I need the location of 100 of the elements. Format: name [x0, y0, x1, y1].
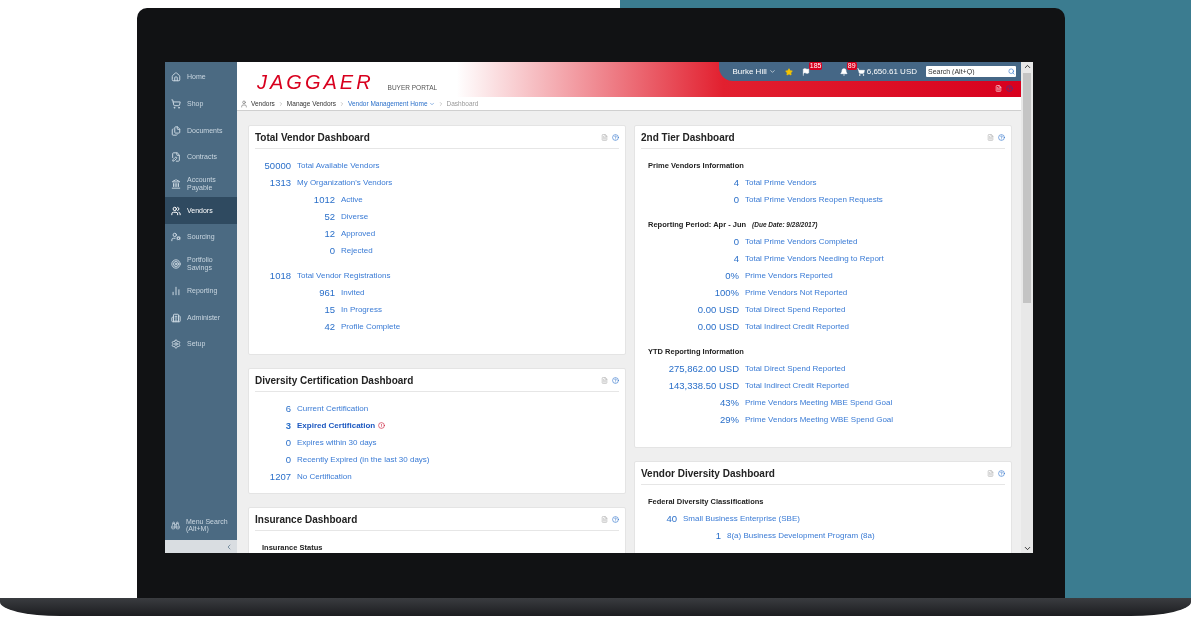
files-icon — [171, 125, 181, 136]
stat-link[interactable]: Total Prime Vendors Reopen Requests — [745, 195, 883, 204]
stat-link[interactable]: No Certification — [297, 472, 352, 481]
scroll-down-icon — [1022, 544, 1032, 553]
stat-link[interactable]: Total Direct Spend Reported — [745, 305, 846, 314]
count-value: 6 — [284, 403, 291, 414]
help-icon[interactable] — [1006, 85, 1013, 92]
help-icon[interactable] — [612, 376, 619, 384]
chevron-icon — [437, 100, 444, 107]
count-value: 1207 — [268, 471, 291, 482]
panel-title: Diversity Certification Dashboard — [255, 374, 414, 386]
chevron-icon — [339, 100, 345, 107]
search-icon — [1008, 68, 1015, 75]
stat-link[interactable]: Expired Certification — [297, 421, 376, 430]
count-value: 40 — [665, 513, 677, 524]
stat-link[interactable]: Total Prime Vendors Completed — [745, 237, 858, 246]
count-value: 42 — [323, 321, 335, 332]
user-menu[interactable]: Burke Hill — [732, 67, 776, 76]
user-icon — [240, 99, 248, 108]
count-value: 50000 — [263, 160, 291, 171]
cart-icon — [856, 67, 865, 76]
user-gear-icon — [171, 232, 181, 243]
binoculars-icon — [171, 520, 180, 530]
count-value: 1018 — [268, 270, 291, 281]
help-icon[interactable] — [612, 515, 619, 523]
count-value: 12 — [323, 228, 335, 239]
count-value: 0.00 USD — [696, 321, 739, 332]
logo: JAGGAER — [257, 71, 374, 93]
count-value: 0.00 USD — [696, 304, 739, 315]
stat-link[interactable]: My Organization's Vendors — [297, 178, 393, 187]
document-icon[interactable] — [987, 469, 994, 477]
stat-link[interactable]: Total Vendor Registrations — [297, 271, 391, 280]
count-value: 275,862.00 USD — [667, 363, 739, 374]
scroll-up-icon — [1022, 62, 1032, 71]
stat-link[interactable]: Invited — [341, 288, 365, 297]
panel-title: Total Vendor Dashboard — [255, 131, 370, 143]
stat-link[interactable]: Profile Complete — [341, 322, 401, 331]
count-value: 0 — [732, 236, 739, 247]
count-value: 961 — [318, 287, 335, 298]
stat-link[interactable]: Recently Expired (in the last 30 days) — [297, 455, 430, 464]
target-icon — [171, 259, 181, 270]
count-value: 4 — [732, 253, 739, 264]
count-value: 143,338.50 USD — [667, 380, 739, 391]
panel-title: Insurance Dashboard — [255, 513, 358, 525]
stat-link[interactable]: Prime Vendors Meeting WBE Spend Goal — [745, 415, 894, 424]
count-value: 0 — [284, 437, 291, 448]
count-value: 29% — [719, 414, 739, 425]
caret-icon — [428, 100, 435, 107]
document-icon[interactable] — [601, 133, 608, 141]
stat-link[interactable]: Current Certification — [297, 404, 369, 413]
count-value: 43% — [719, 397, 739, 408]
document-pen-icon — [171, 152, 181, 163]
count-value: 0 — [284, 454, 291, 465]
stat-link[interactable]: Prime Vendors Reported — [745, 271, 833, 280]
bar-chart-icon — [171, 285, 181, 296]
help-icon[interactable] — [998, 133, 1005, 141]
count-value: 15 — [323, 304, 335, 315]
count-value: 52 — [323, 211, 335, 222]
count-value: 0 — [732, 194, 739, 205]
count-value: 1 — [714, 530, 721, 541]
count-value: 3 — [284, 420, 291, 431]
bank-icon — [171, 179, 181, 190]
flag-icon[interactable] — [801, 67, 810, 76]
document-icon[interactable] — [601, 376, 608, 384]
people-icon — [171, 205, 181, 216]
stat-link[interactable]: Expires within 30 days — [297, 438, 377, 447]
home-icon — [171, 72, 181, 83]
count-value: 100% — [713, 287, 739, 298]
stat-link[interactable]: Prime Vendors Not Reported — [745, 288, 848, 297]
stat-link[interactable]: Total Indirect Credit Reported — [745, 322, 850, 331]
count-value: 4 — [732, 177, 739, 188]
stat-link[interactable]: Total Available Vendors — [297, 161, 380, 170]
cart-total[interactable]: 6,650.61 USD — [856, 67, 917, 76]
stat-link[interactable]: 8(a) Business Development Program (8a) — [727, 531, 875, 540]
document-icon[interactable] — [987, 133, 994, 141]
document-icon[interactable] — [601, 515, 608, 523]
bell-icon[interactable] — [839, 67, 848, 76]
stat-link[interactable]: Diverse — [341, 212, 369, 221]
collapse-icon — [225, 542, 233, 551]
scrollbar[interactable] — [1021, 62, 1033, 553]
building-icon — [171, 312, 181, 323]
chevron-icon — [277, 100, 284, 107]
stat-link[interactable]: Total Prime Vendors — [745, 178, 817, 187]
help-icon[interactable] — [612, 133, 619, 141]
caret-icon — [768, 68, 776, 75]
star-icon[interactable] — [784, 67, 793, 76]
stat-link[interactable]: Total Prime Vendors Needing to Report — [745, 254, 884, 263]
stat-link[interactable]: Approved — [341, 229, 376, 238]
stat-link[interactable]: Rejected — [341, 246, 373, 255]
stat-link[interactable]: Active — [341, 195, 363, 204]
stat-link[interactable]: Total Indirect Credit Reported — [745, 381, 850, 390]
panel-title: 2nd Tier Dashboard — [641, 131, 735, 143]
stat-link[interactable]: Prime Vendors Meeting MBE Spend Goal — [745, 398, 893, 407]
stat-link[interactable]: Total Direct Spend Reported — [745, 364, 846, 373]
help-icon[interactable] — [998, 469, 1005, 477]
settings-icon — [171, 339, 181, 350]
stat-link[interactable]: In Progress — [341, 305, 382, 314]
panel-title: Vendor Diversity Dashboard — [641, 467, 775, 479]
stat-link[interactable]: Small Business Enterprise (SBE) — [683, 514, 800, 523]
count-value: 0% — [724, 270, 739, 281]
